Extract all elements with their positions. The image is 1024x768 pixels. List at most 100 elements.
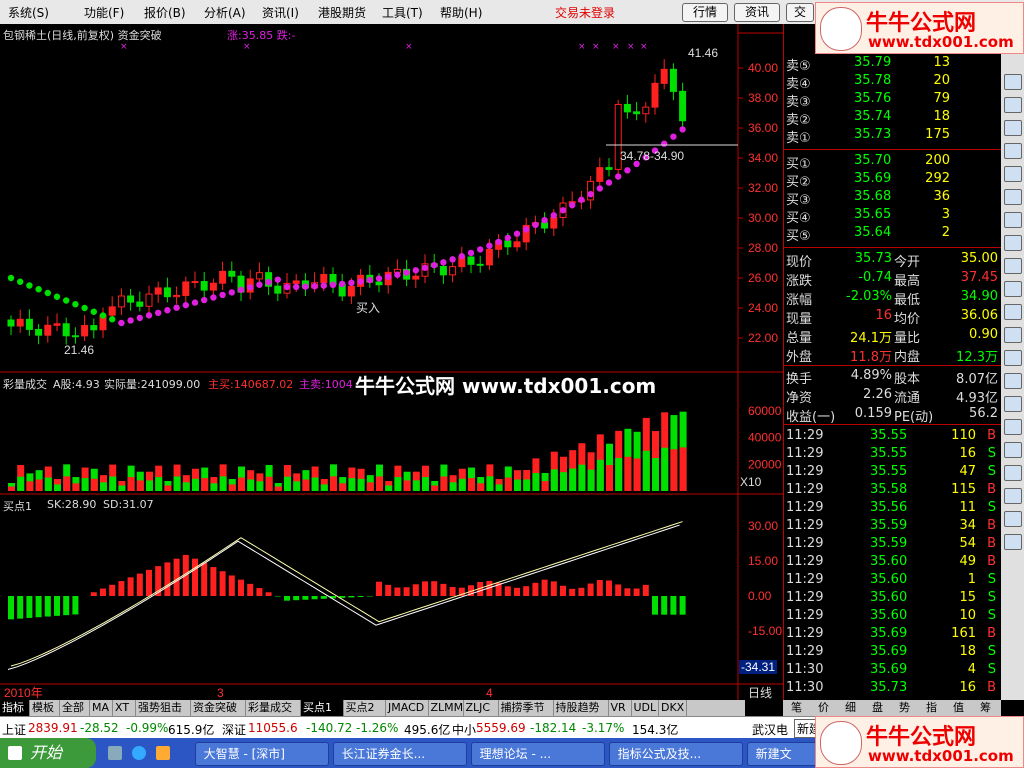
indicator-tab[interactable]: XT	[113, 700, 136, 716]
bid-row[interactable]: 买③ 35.68 36	[784, 188, 1002, 208]
quote-tab[interactable]: 值	[953, 700, 964, 716]
task-new[interactable]: 新建文	[747, 742, 819, 766]
indicator-tab[interactable]: 买点1	[301, 700, 344, 716]
indicator-tab[interactable]: JMACD	[386, 700, 429, 716]
indicator-tab[interactable]: ZLJC	[464, 700, 499, 716]
task-changjiang[interactable]: 长江证券金长...	[333, 742, 467, 766]
task-formula[interactable]: 指标公式及技...	[609, 742, 743, 766]
quote-button[interactable]: 行情	[682, 3, 728, 22]
sar-dot	[265, 279, 272, 286]
menu-item-tools[interactable]: 工具(T)	[382, 4, 423, 21]
tick-price: 35.69	[870, 644, 908, 659]
candle-icon[interactable]	[1004, 97, 1022, 113]
ask-row[interactable]: 卖② 35.74 18	[784, 108, 1002, 128]
quote-tab[interactable]: 指	[926, 700, 937, 716]
sar-dot	[624, 167, 631, 174]
quote-tab[interactable]: 势	[899, 700, 910, 716]
down-arrow-icon[interactable]	[1004, 534, 1022, 550]
menu-item-hk-futures[interactable]: 港股期货	[318, 4, 366, 21]
table-icon[interactable]	[1004, 143, 1022, 159]
indicator-tab[interactable]: 强势狙击	[136, 700, 191, 716]
indicator-tab[interactable]: VR	[609, 700, 632, 716]
macd-bar	[265, 592, 272, 596]
ask-volume: 175	[925, 127, 950, 142]
menu-item-quote[interactable]: 报价(B)	[144, 4, 186, 21]
indicator-tab[interactable]: 捕捞季节	[499, 700, 554, 716]
indicator-tab[interactable]: 全部	[60, 700, 90, 716]
etf-icon[interactable]	[1004, 304, 1022, 320]
menu-item-function[interactable]: 功能(F)	[84, 4, 124, 21]
indicator-tab[interactable]: 持股趋势	[554, 700, 609, 716]
indicator-tab[interactable]: MA	[90, 700, 113, 716]
sar-dot	[385, 273, 392, 280]
fund-icon[interactable]	[1004, 258, 1022, 274]
ask-row[interactable]: 卖③ 35.76 79	[784, 90, 1002, 110]
bond-icon[interactable]	[1004, 281, 1022, 297]
macd-bar	[284, 596, 290, 601]
sar-dot	[136, 314, 143, 322]
menu-item-analysis[interactable]: 分析(A)	[204, 4, 246, 21]
ask-row[interactable]: 卖⑤ 35.79 13	[784, 54, 1002, 74]
calc-icon[interactable]	[1004, 373, 1022, 389]
grid-icon[interactable]	[1004, 166, 1022, 182]
macd-bar	[541, 579, 548, 596]
task-dazhihui[interactable]: 大智慧 - [深市]	[195, 742, 329, 766]
bid-row[interactable]: 买① 35.70 200	[784, 152, 1002, 172]
desktop-icon[interactable]	[108, 746, 122, 760]
indicator-tab[interactable]: 买点2	[344, 700, 386, 716]
quote-tab[interactable]: 笔	[791, 700, 802, 716]
indicator-tab[interactable]: ZLMM	[429, 700, 464, 716]
wave-icon[interactable]	[1004, 327, 1022, 343]
plus-icon[interactable]	[1004, 465, 1022, 481]
folder-icon[interactable]	[156, 746, 170, 760]
chart-icon[interactable]	[1004, 74, 1022, 90]
users-icon[interactable]	[1004, 235, 1022, 251]
list-icon[interactable]	[1004, 120, 1022, 136]
indicator-tab[interactable]: 指标	[0, 700, 30, 716]
range-label: 34.78-34.90	[620, 149, 684, 163]
kline-chart-svg[interactable]: 40.0038.0036.0034.0032.0030.0028.0026.00…	[0, 24, 783, 700]
indicator-tab[interactable]: DKX	[659, 700, 687, 716]
menu-item-info[interactable]: 资讯(I)	[262, 4, 299, 21]
scroll-news[interactable]: 武汉电	[752, 721, 788, 738]
quote-tab[interactable]: 细	[845, 700, 856, 716]
tick-time: 11:29	[786, 428, 824, 443]
start-button[interactable]: 开始	[0, 738, 96, 768]
chart-area[interactable]: 40.00 38.00 36.00 34.00 32.00 30.00 28.00 26.00…	[0, 24, 783, 700]
task-forum[interactable]: 理想论坛 - ...	[471, 742, 605, 766]
candle-body	[513, 241, 521, 248]
pen-icon[interactable]	[1004, 442, 1022, 458]
quote-tab[interactable]: 价	[818, 700, 829, 716]
bid-row[interactable]: 买② 35.69 292	[784, 170, 1002, 190]
quote-tab-bar: 笔价细盘势指值筹	[783, 700, 1001, 716]
volume-bar-inner	[458, 478, 466, 491]
indicator-tab[interactable]: 资金突破	[191, 700, 246, 716]
rsi-icon[interactable]	[1004, 350, 1022, 366]
sar-dot	[357, 278, 364, 285]
quote-tab[interactable]: 筹	[980, 700, 991, 716]
alert-icon[interactable]	[1004, 396, 1022, 412]
tick-direction: B	[987, 536, 996, 551]
trade-button[interactable]: 交	[786, 3, 814, 22]
indicator-tab[interactable]: UDL	[632, 700, 659, 716]
zx-amount: 154.3亿	[632, 723, 679, 737]
quote-tab[interactable]: 盘	[872, 700, 883, 716]
move-icon[interactable]	[1004, 488, 1022, 504]
tool-icon[interactable]	[1004, 419, 1022, 435]
sz-change: -140.72	[306, 721, 353, 735]
up-arrow-icon[interactable]	[1004, 511, 1022, 527]
bid-row[interactable]: 买⑤ 35.64 2	[784, 224, 1002, 244]
bid-row[interactable]: 买④ 35.65 3	[784, 206, 1002, 226]
menu-item-help[interactable]: 帮助(H)	[440, 4, 482, 21]
tick-time: 11:30	[786, 662, 824, 677]
indicator-tab[interactable]: 模板	[30, 700, 60, 716]
menu-item-system[interactable]: 系统(S)	[8, 4, 49, 21]
indicator-tab[interactable]: 彩量成交	[246, 700, 301, 716]
ask-row[interactable]: 卖① 35.73 175	[784, 126, 1002, 146]
info-button[interactable]: 资讯	[734, 3, 780, 22]
news-icon[interactable]	[1004, 212, 1022, 228]
sort-icon[interactable]	[1004, 189, 1022, 205]
ie-icon[interactable]	[132, 746, 146, 760]
sar-dot	[302, 283, 309, 290]
ask-row[interactable]: 卖④ 35.78 20	[784, 72, 1002, 92]
